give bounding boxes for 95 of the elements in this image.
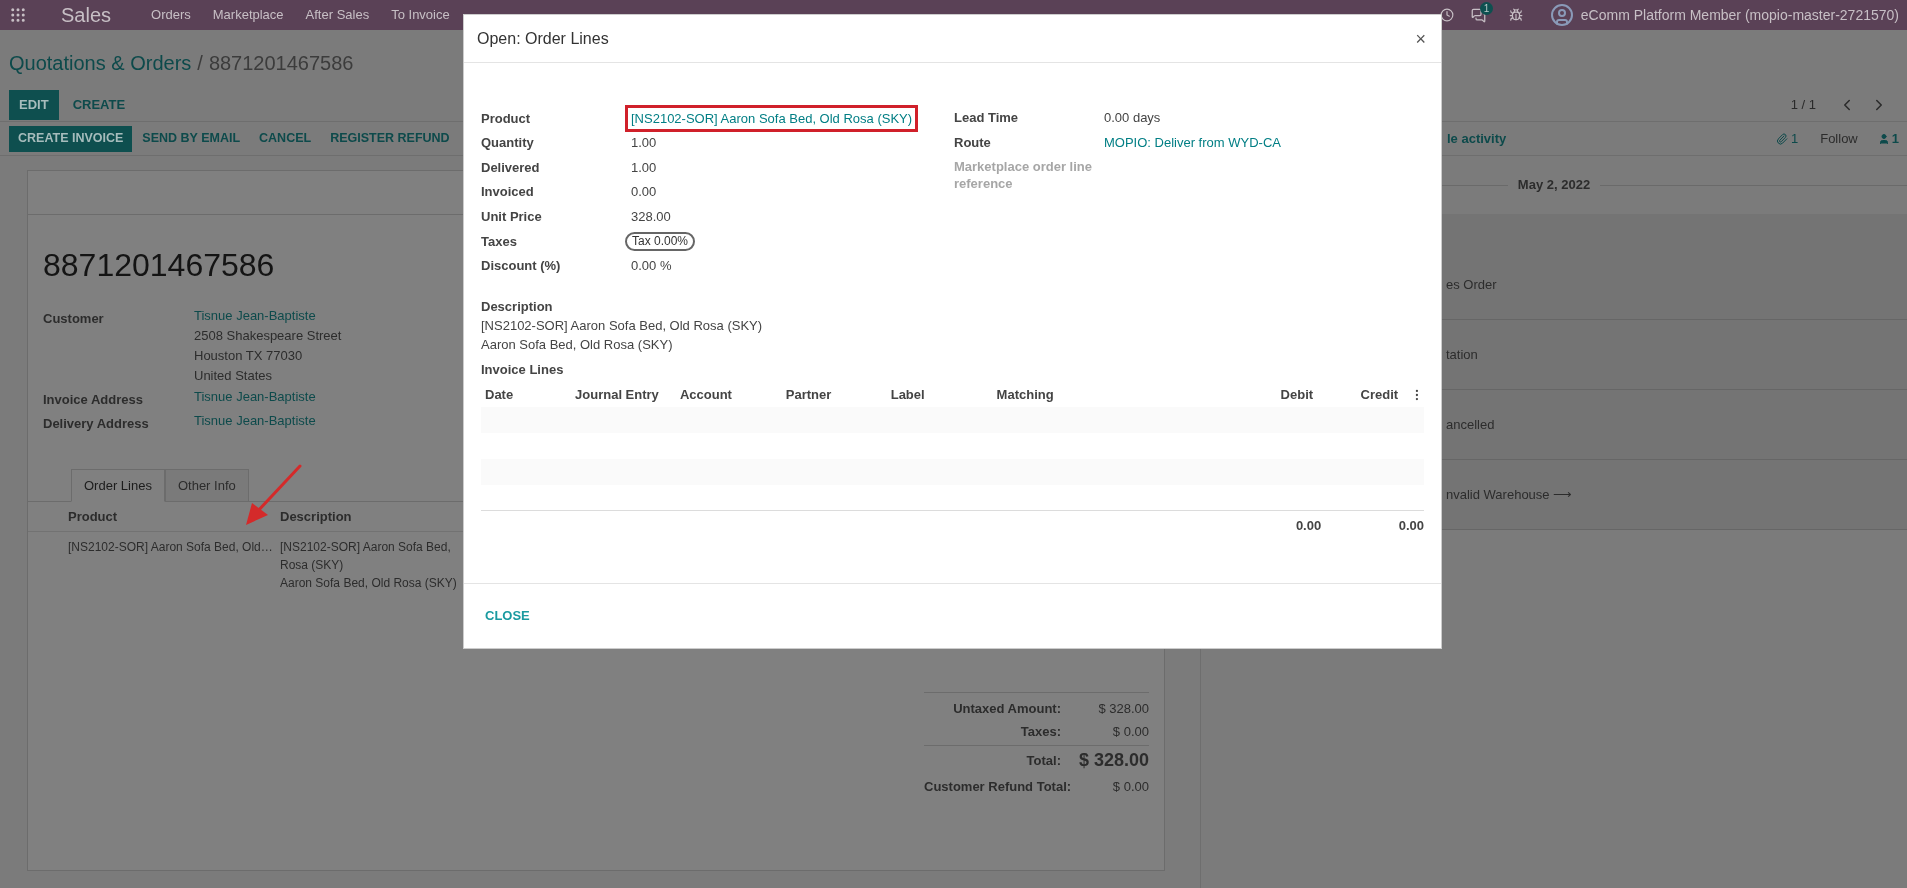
tax-tag: Tax 0.00%: [625, 231, 696, 251]
person-icon: [1877, 132, 1890, 145]
route-link[interactable]: MOPIO: Deliver from WYD-CA: [1104, 130, 1281, 151]
form-tab[interactable]: Other Info: [164, 469, 249, 502]
description-label: Description: [481, 298, 554, 317]
followers-button[interactable]: 1: [1877, 128, 1899, 149]
debug-bug-icon[interactable]: [1508, 8, 1523, 22]
address-line: 2508 Shakespeare Street: [194, 327, 342, 345]
status-button[interactable]: CREATE INVOICE: [9, 125, 133, 152]
field-value: 0.00 %: [630, 257, 673, 276]
breadcrumb-separator: /: [197, 51, 203, 76]
description-line: Rosa (SKY): [280, 557, 345, 574]
credit-total: 0.00: [1397, 517, 1424, 536]
field-label: Customer: [43, 310, 105, 328]
order-number-title: 8871201467586: [43, 246, 275, 285]
user-avatar-icon[interactable]: [1549, 3, 1574, 27]
address-line: Houston TX 77030: [194, 347, 304, 365]
description-line: Aaron Sofa Bed, Old Rosa (SKY): [481, 336, 674, 355]
messages-icon[interactable]: [1470, 7, 1486, 23]
pager-value: 1 / 1: [1790, 96, 1816, 115]
total-label: Customer Refund Total:: [924, 777, 1072, 796]
total-value: $ 328.00: [1097, 699, 1149, 718]
app-name: Sales: [61, 3, 112, 28]
status-button[interactable]: CANCEL: [250, 125, 321, 152]
field-label: Delivery Address: [43, 414, 150, 433]
form-tab[interactable]: Order Lines: [71, 469, 165, 502]
total-value: $ 0.00: [1111, 722, 1149, 741]
date-separator: May 2, 2022: [1516, 176, 1592, 195]
paperclip-icon: [1775, 132, 1788, 145]
user-name[interactable]: eComm Platform Member (mopio-master-2721570): [1580, 4, 1899, 26]
invoice-lines-label: Invoice Lines: [481, 361, 565, 380]
column-header: Credit: [1359, 386, 1399, 405]
column-header: Journal Entry: [574, 386, 660, 405]
table-cell: [NS2102-SOR] Aaron Sofa Bed, Old…: [68, 540, 273, 554]
total-value: $ 328.00: [1077, 749, 1149, 772]
field-label: Unit Price: [481, 207, 543, 226]
close-button[interactable]: ×: [1415, 29, 1428, 48]
menu-item[interactable]: To Invoice: [391, 5, 450, 25]
description-line: Aaron Sofa Bed, Old Rosa (SKY): [280, 575, 457, 592]
apps-menu-icon[interactable]: [9, 6, 27, 24]
status-button[interactable]: SEND BY EMAIL: [133, 125, 250, 152]
field-label: Discount (%): [481, 257, 562, 276]
activity-clock-icon[interactable]: [1439, 8, 1454, 22]
description-line: [NS2102-SOR] Aaron Sofa Bed, Old Rosa (SKY): [481, 317, 764, 336]
column-header: Label: [889, 386, 926, 405]
field-label: Delivered: [481, 158, 541, 177]
product-link[interactable]: [NS2102-SOR] Aaron Sofa Bed, Old Rosa (SKY): [625, 104, 919, 133]
menu-item[interactable]: After Sales: [305, 5, 370, 25]
field-label: Invoiced: [481, 183, 535, 202]
message-text: ancelled: [1446, 415, 1495, 434]
menu-item[interactable]: Marketplace: [212, 5, 284, 25]
message-text: es Order: [1446, 275, 1497, 294]
field-label: Marketplace order line reference: [954, 158, 1093, 193]
total-label: Total:: [1026, 751, 1061, 770]
status-button[interactable]: REGISTER REFUND: [321, 125, 459, 152]
total-label: Untaxed Amount:: [953, 699, 1061, 718]
column-header: Product: [67, 507, 119, 526]
partner-link[interactable]: Tisnue Jean-Baptiste: [194, 306, 342, 326]
column-header: Debit: [1279, 386, 1314, 405]
close-dialog-button[interactable]: CLOSE: [485, 606, 530, 626]
breadcrumb-current: 8871201467586: [208, 51, 354, 76]
field-value: 0.00 days: [1104, 109, 1161, 126]
column-header: Account: [678, 386, 733, 405]
dialog-title: Open: Order Lines: [477, 28, 609, 49]
debit-total: 0.00: [1294, 517, 1322, 536]
column-header: Description: [280, 507, 352, 526]
field-label: Quantity: [481, 134, 535, 153]
message-text: nvalid Warehouse ⟶: [1446, 485, 1573, 504]
field-label: Taxes: [481, 232, 518, 251]
field-value: 0.00: [630, 183, 658, 202]
control-button[interactable]: CREATE: [62, 90, 136, 120]
field-label: Lead Time: [954, 109, 1020, 126]
control-button[interactable]: EDIT: [9, 90, 59, 120]
column-header: Matching: [995, 386, 1055, 405]
total-label: Taxes:: [1020, 722, 1061, 741]
attachments-button[interactable]: 1: [1775, 128, 1799, 149]
partner-link[interactable]: Tisnue Jean-Baptiste: [194, 387, 316, 407]
breadcrumb-link[interactable]: Quotations & Orders: [9, 48, 192, 78]
field-label: Product: [481, 109, 532, 128]
partner-link[interactable]: Tisnue Jean-Baptiste: [194, 410, 316, 431]
message-count-badge: 1: [1479, 1, 1494, 15]
field-value: 328.00: [630, 207, 672, 226]
column-header: Partner: [784, 386, 833, 405]
field-value: 1.00: [630, 158, 658, 177]
field-value: 1.00: [630, 134, 658, 153]
message-text: tation: [1446, 345, 1478, 364]
field-label: Route: [954, 133, 992, 151]
follow-button[interactable]: Follow: [1820, 128, 1858, 149]
column-header: Date: [484, 386, 515, 405]
address-line: United States: [194, 367, 274, 385]
menu-item[interactable]: Orders: [151, 5, 191, 25]
schedule-activity-link[interactable]: le activity: [1447, 128, 1507, 149]
description-line: [NS2102-SOR] Aaron Sofa Bed,: [280, 539, 452, 556]
total-value: $ 0.00: [1111, 777, 1149, 796]
field-label: Invoice Address: [43, 391, 144, 409]
